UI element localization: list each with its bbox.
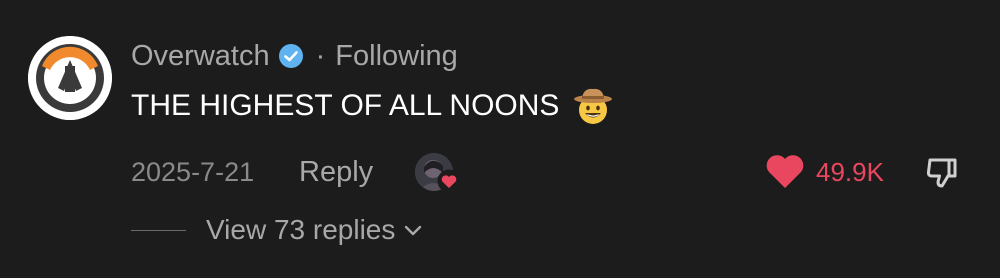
author-name[interactable]: Overwatch bbox=[131, 40, 270, 73]
thumbs-down-icon[interactable] bbox=[923, 152, 963, 192]
separator-dot: · bbox=[315, 39, 326, 72]
chevron-down-icon[interactable] bbox=[403, 220, 423, 240]
author-avatar[interactable] bbox=[28, 36, 112, 120]
cowboy-hat-face-icon bbox=[573, 86, 613, 126]
overwatch-logo-icon bbox=[28, 36, 112, 120]
comment-meta: 2025-7-21 Reply 49.9K bbox=[131, 150, 991, 194]
comment-text: THE HIGHEST OF ALL NOONS bbox=[131, 89, 560, 122]
comment-body: THE HIGHEST OF ALL NOONS bbox=[131, 84, 613, 128]
comment-item: Overwatch · Following THE HIGHEST OF ALL… bbox=[0, 0, 1000, 278]
replies-divider bbox=[131, 229, 186, 231]
reply-button[interactable]: Reply bbox=[299, 150, 373, 194]
view-replies-button[interactable]: View 73 replies bbox=[206, 214, 395, 246]
verified-badge-icon bbox=[278, 43, 304, 69]
creator-liked-heart-icon bbox=[437, 169, 461, 193]
view-replies-row[interactable]: View 73 replies bbox=[131, 210, 423, 250]
like-count: 49.9K bbox=[816, 157, 884, 187]
comment-date: 2025-7-21 bbox=[131, 157, 255, 187]
comment-header: Overwatch · Following bbox=[131, 36, 458, 76]
heart-icon[interactable] bbox=[765, 154, 805, 190]
following-status[interactable]: Following bbox=[335, 40, 458, 73]
